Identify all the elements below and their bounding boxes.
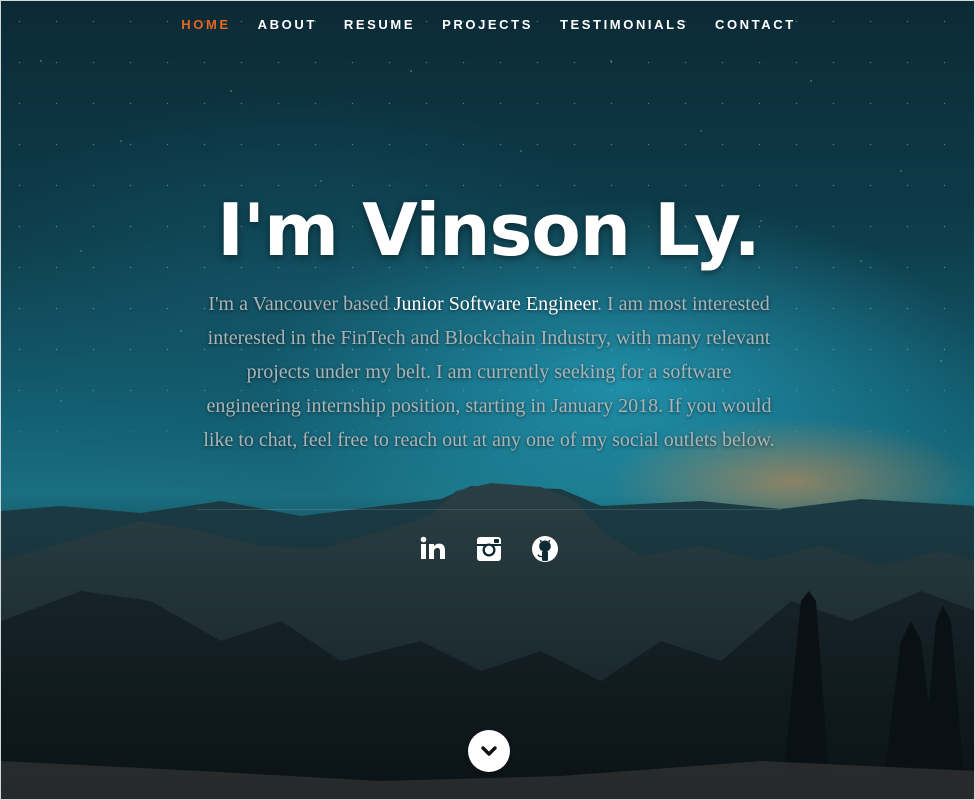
intro-highlight: Junior Software Engineer <box>393 293 597 315</box>
nav-about[interactable]: ABOUT <box>258 15 317 34</box>
intro-paragraph: I'm a Vancouver based Junior Software En… <box>197 287 781 457</box>
instagram-icon <box>476 537 501 561</box>
linkedin-link[interactable] <box>419 533 447 565</box>
instagram-link[interactable] <box>475 533 503 565</box>
chevron-down-icon <box>481 746 497 756</box>
nav-home[interactable]: HOME <box>181 15 230 34</box>
nav-testimonials[interactable]: TESTIMONIALS <box>560 15 688 34</box>
nav-contact[interactable]: CONTACT <box>715 15 796 34</box>
intro-text-end: . I am most interested interested in the… <box>203 293 775 451</box>
divider <box>197 509 781 510</box>
social-links <box>1 533 974 565</box>
main-nav: HOME ABOUT RESUME PROJECTS TESTIMONIALS … <box>1 15 974 34</box>
nav-projects[interactable]: PROJECTS <box>442 15 533 34</box>
nav-resume[interactable]: RESUME <box>344 15 415 34</box>
page-title: I'm Vinson Ly. <box>217 188 761 272</box>
scroll-down-button[interactable] <box>468 730 510 772</box>
github-icon <box>531 536 558 562</box>
intro-text-start: I'm a Vancouver based <box>208 293 394 315</box>
hero-section: HOME ABOUT RESUME PROJECTS TESTIMONIALS … <box>0 0 975 800</box>
linkedin-icon <box>420 536 445 559</box>
github-link[interactable] <box>531 533 559 565</box>
